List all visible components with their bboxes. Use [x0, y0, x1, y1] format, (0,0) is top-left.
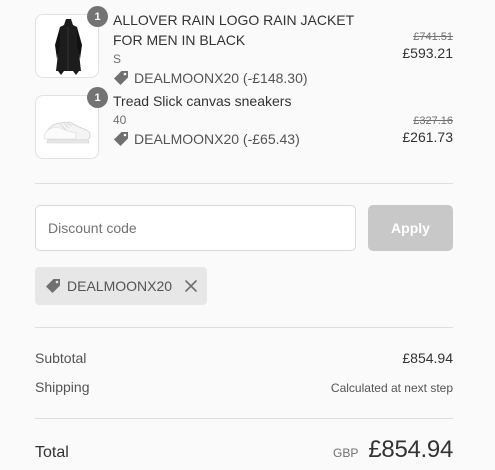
item-discount: DEALMOONX20 (-£65.43)	[113, 131, 363, 147]
quantity-badge: 1	[87, 87, 108, 108]
order-summary: 1 ALLOVER RAIN LOGO RAIN JACKET FOR MEN …	[0, 0, 495, 470]
item-info: Tread Slick canvas sneakers 40 DEALMOONX…	[113, 91, 363, 147]
item-title: Tread Slick canvas sneakers	[113, 93, 292, 109]
applied-discount-tag: DEALMOONX20	[35, 267, 208, 305]
subtotal-value: £854.94	[402, 350, 453, 366]
black-rain-jacket-image	[55, 19, 82, 75]
subtotal-label: Subtotal	[35, 350, 87, 366]
line-item: 1 Tread Slick canvas sneakers 40 DEALMOO…	[35, 87, 453, 165]
item-discount: DEALMOONX20 (-£148.30)	[113, 70, 363, 86]
shipping-row: Shipping Calculated at next step	[35, 379, 453, 395]
tag-icon	[46, 279, 60, 293]
tag-icon	[114, 132, 128, 146]
discounted-price: £261.73	[402, 129, 453, 145]
total-label: Total	[35, 444, 69, 461]
original-price: £327.16	[413, 115, 453, 127]
divider	[35, 418, 453, 419]
original-price: £741.51	[413, 31, 453, 43]
discount-form: Apply	[35, 205, 453, 251]
total-amount: GBP £854.94	[333, 436, 453, 464]
white-sneakers-image	[43, 121, 91, 144]
discounted-price: £593.21	[402, 45, 453, 61]
shipping-label: Shipping	[35, 379, 90, 395]
item-discount-label: DEALMOONX20 (-£65.43)	[134, 131, 300, 147]
divider	[35, 327, 453, 328]
total-value: £854.94	[368, 436, 453, 463]
divider	[35, 183, 453, 184]
total-row: Total GBP £854.94	[35, 436, 453, 464]
item-prices: £741.51 £593.21	[402, 30, 453, 62]
subtotal-row: Subtotal £854.94	[35, 350, 453, 366]
item-info: ALLOVER RAIN LOGO RAIN JACKET FOR MEN IN…	[113, 10, 363, 86]
item-title: ALLOVER RAIN LOGO RAIN JACKET FOR MEN IN…	[113, 12, 354, 48]
item-variant: 40	[113, 113, 127, 127]
item-variant: S	[113, 52, 122, 66]
item-prices: £327.16 £261.73	[402, 114, 453, 146]
shipping-value: Calculated at next step	[330, 381, 453, 395]
discount-code-input[interactable]	[35, 205, 356, 251]
applied-code-label: DEALMOONX20	[67, 278, 173, 294]
item-discount-label: DEALMOONX20 (-£148.30)	[134, 70, 308, 86]
tag-icon	[114, 71, 128, 85]
close-icon[interactable]	[184, 279, 198, 293]
quantity-badge: 1	[87, 6, 108, 27]
currency-code: GBP	[333, 446, 359, 460]
apply-button[interactable]: Apply	[368, 205, 453, 251]
line-item: 1 ALLOVER RAIN LOGO RAIN JACKET FOR MEN …	[35, 6, 453, 88]
